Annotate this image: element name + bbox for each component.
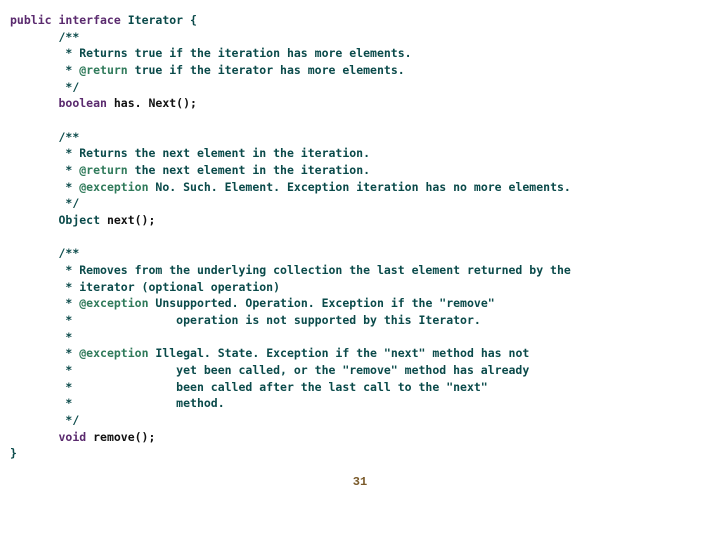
comment-line: Illegal. State. Exception if the "next" …: [149, 346, 530, 360]
comment-line: the next element in the iteration.: [128, 163, 370, 177]
comment-line: *: [58, 163, 72, 177]
comment-line: * Removes from the underlying collection…: [58, 263, 570, 277]
comment-line: Unsupported. Operation. Exception if the…: [149, 296, 495, 310]
kw-interface: interface: [52, 13, 128, 27]
comment-line: true if the iterator has more elements.: [128, 63, 405, 77]
kw-void: void: [58, 430, 86, 444]
comment-line: */: [58, 196, 79, 210]
comment-line: * been called after the last call to the…: [58, 380, 487, 394]
comment-line: * operation is not supported by this Ite…: [58, 313, 480, 327]
comment-line: *: [58, 63, 72, 77]
comment-line: * iterator (optional operation): [58, 280, 280, 294]
comment-line: * Returns true if the iteration has more…: [58, 46, 411, 60]
type-iterator: Iterator: [128, 13, 183, 27]
comment-line: /**: [58, 30, 79, 44]
brace-open: {: [183, 13, 197, 27]
brace-close: }: [10, 446, 17, 460]
comment-line: No. Such. Element. Exception iteration h…: [149, 180, 571, 194]
page-number: 31: [0, 474, 720, 491]
comment-line: * method.: [58, 396, 224, 410]
comment-line: *: [58, 330, 72, 344]
comment-line: * yet been called, or the "remove" metho…: [58, 363, 529, 377]
comment-line: *: [58, 296, 72, 310]
method-hasnext: has. Next();: [107, 96, 197, 110]
method-remove: remove();: [86, 430, 155, 444]
kw-public: public: [10, 13, 52, 27]
javadoc-tag: @return: [72, 63, 127, 77]
javadoc-tag: @return: [72, 163, 127, 177]
comment-line: /**: [58, 246, 79, 260]
kw-boolean: boolean: [58, 96, 106, 110]
comment-line: *: [58, 346, 72, 360]
code-block: public interface Iterator { /** * Return…: [0, 0, 720, 462]
method-next: next();: [100, 213, 155, 227]
javadoc-tag: @exception: [72, 346, 148, 360]
javadoc-tag: @exception: [72, 296, 148, 310]
javadoc-tag: @exception: [72, 180, 148, 194]
comment-line: */: [58, 413, 79, 427]
comment-line: /**: [58, 130, 79, 144]
comment-line: * Returns the next element in the iterat…: [58, 146, 370, 160]
kw-object: Object: [58, 213, 100, 227]
comment-line: */: [58, 80, 79, 94]
comment-line: *: [58, 180, 72, 194]
